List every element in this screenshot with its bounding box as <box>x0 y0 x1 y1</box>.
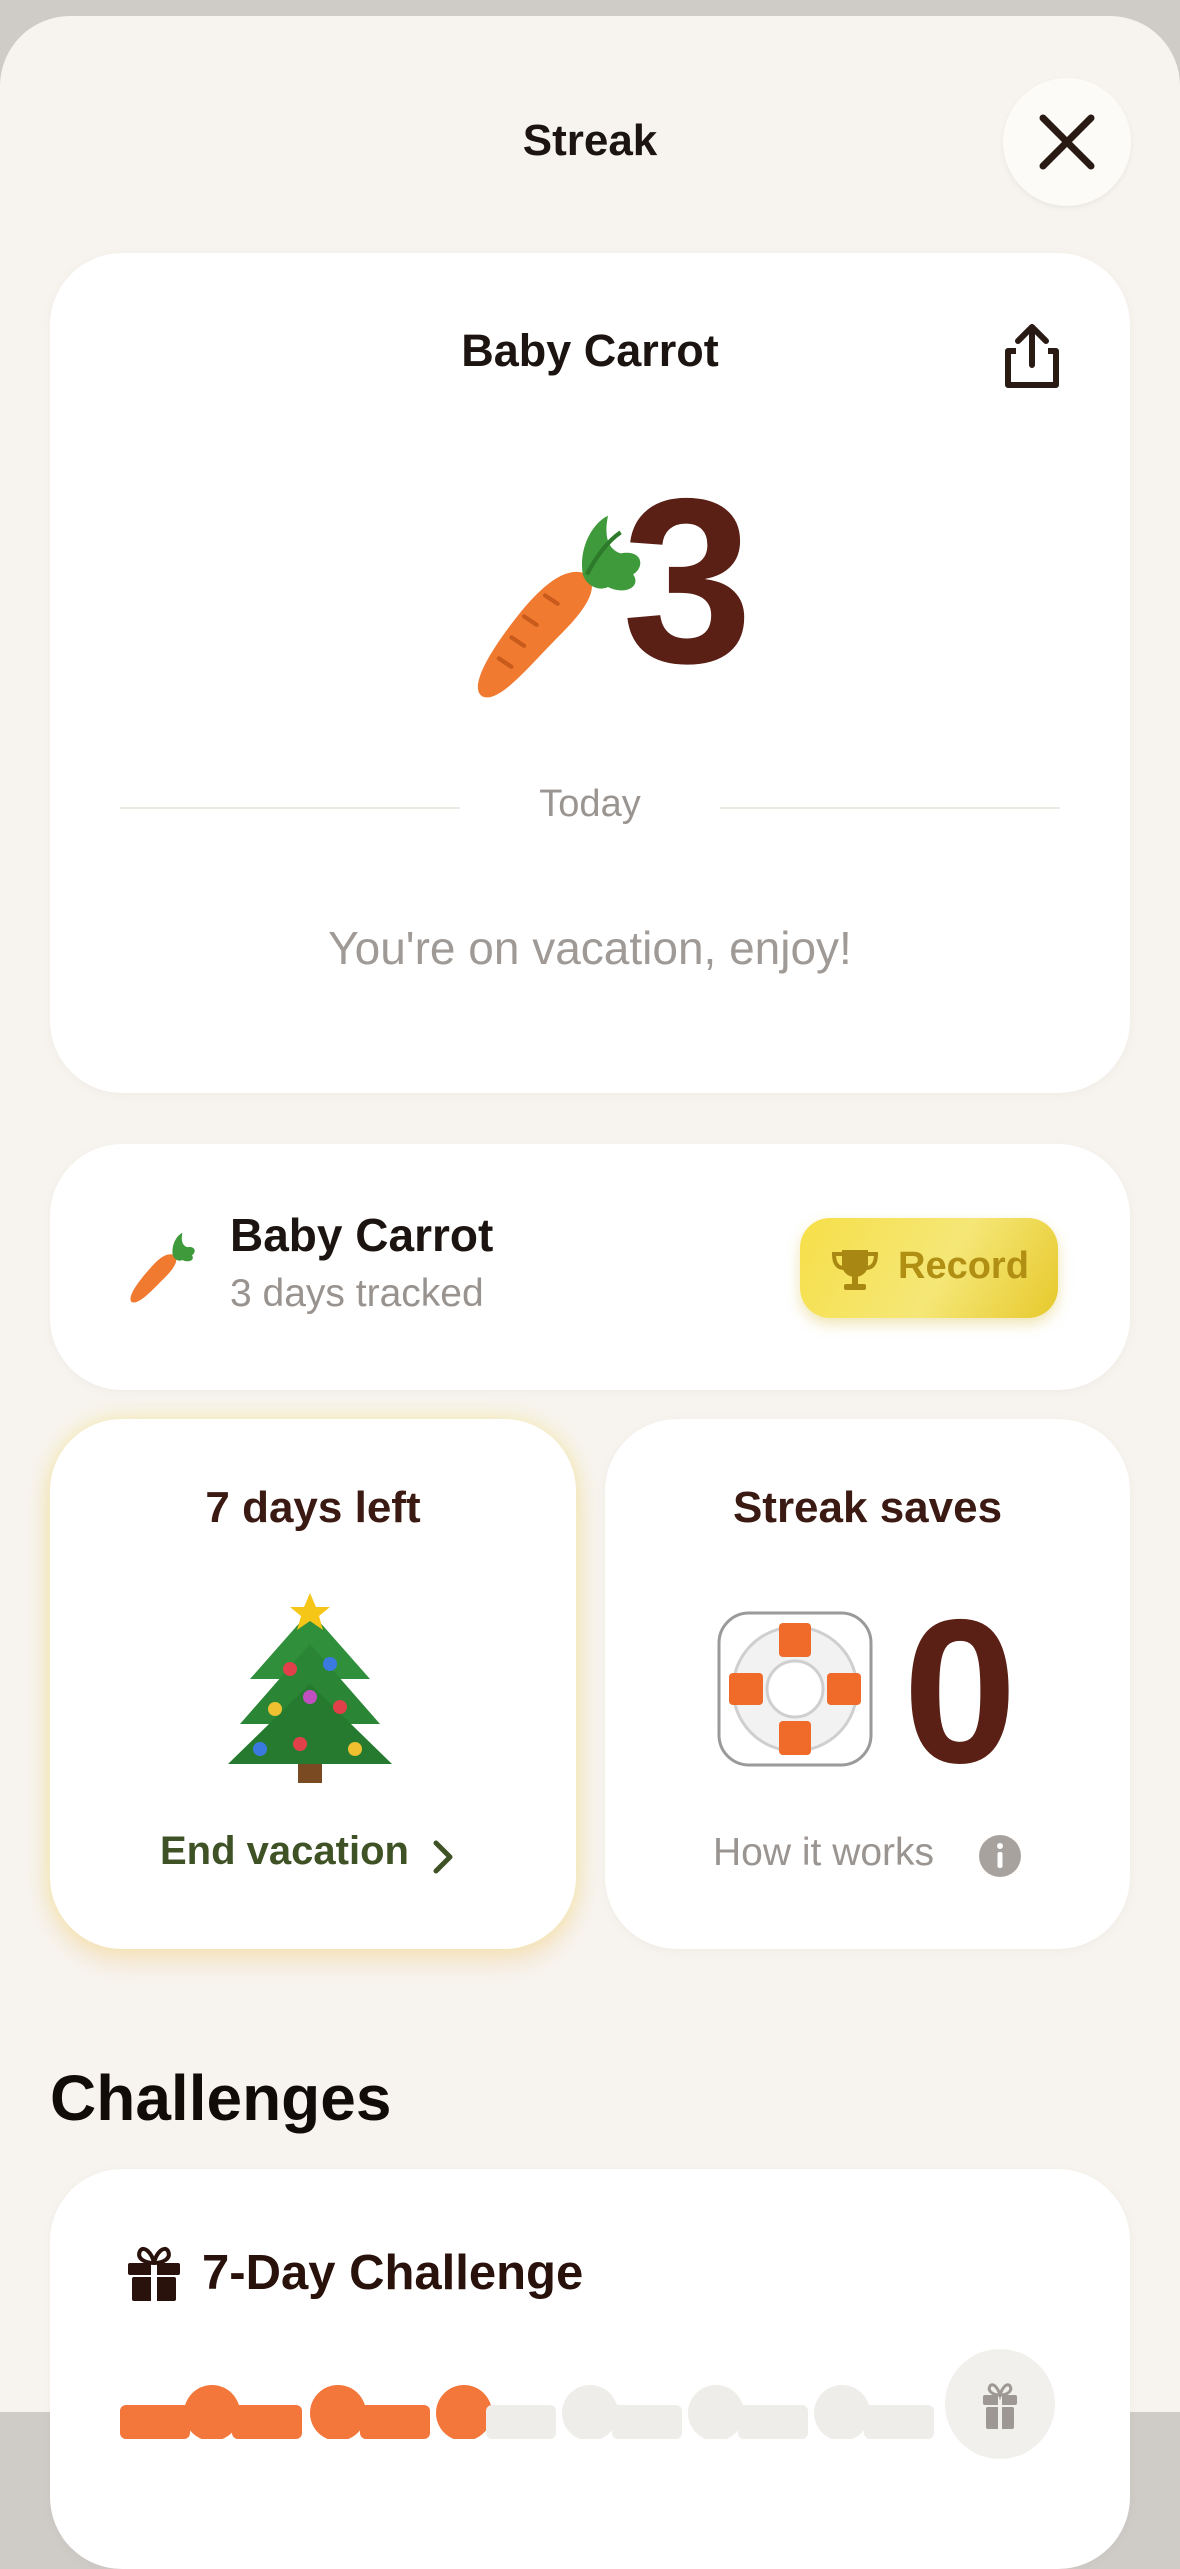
progress-dot <box>562 2385 618 2439</box>
progress-segment <box>232 2405 302 2439</box>
progress-segment <box>360 2405 430 2439</box>
end-vacation-button[interactable]: End vacation <box>160 1829 409 1874</box>
share-button[interactable] <box>992 317 1072 397</box>
days-tracked: 3 days tracked <box>230 1272 484 1315</box>
challenge-title: 7-Day Challenge <box>202 2246 584 2300</box>
progress-segment <box>612 2405 682 2439</box>
progress-dot <box>310 2385 366 2439</box>
challenges-heading: Challenges <box>50 2062 392 2134</box>
streak-saves-title: Streak saves <box>732 1483 1003 1532</box>
streak-level-title: Baby Carrot <box>461 325 719 376</box>
level-name: Baby Carrot <box>230 1209 494 1261</box>
progress-segment <box>864 2405 934 2439</box>
share-icon <box>1005 324 1059 388</box>
carrot-icon <box>130 1232 195 1303</box>
carrot-icon <box>477 515 641 698</box>
chevron-right-icon <box>433 1840 453 1874</box>
life-ring-icon <box>717 1611 873 1767</box>
progress-dot <box>688 2385 744 2439</box>
date-label: Today <box>539 783 641 825</box>
record-label: Record <box>898 1245 1029 1287</box>
challenge-reward[interactable] <box>945 2349 1055 2459</box>
progress-segment <box>120 2405 190 2439</box>
streak-card: Baby Carrot 3 Today You're on vacation, … <box>50 253 1130 1093</box>
progress-segment <box>486 2405 556 2439</box>
streak-saves-count: 0 <box>903 1577 1018 1806</box>
progress-segment <box>738 2405 808 2439</box>
challenge-card[interactable]: 7-Day Challenge <box>50 2169 1130 2569</box>
progress-dot <box>814 2385 870 2439</box>
close-icon <box>1039 114 1095 170</box>
streak-saves-card[interactable]: Streak saves 0 How it works <box>605 1419 1130 1949</box>
status-message: You're on vacation, enjoy! <box>328 922 852 974</box>
streak-sheet: Streak Baby Carrot 3 Today You're on vac… <box>0 16 1180 2569</box>
gift-icon <box>128 2246 180 2301</box>
progress-dot <box>436 2385 492 2439</box>
record-button[interactable]: Record <box>800 1218 1058 1318</box>
gift-icon <box>983 2383 1017 2429</box>
vacation-card[interactable]: 7 days left End vacation <box>50 1419 576 1949</box>
how-it-works-link[interactable]: How it works <box>713 1831 934 1875</box>
level-card[interactable]: Baby Carrot 3 days tracked Record <box>50 1144 1130 1390</box>
info-icon[interactable] <box>977 1833 1023 1879</box>
close-button[interactable] <box>1003 78 1131 206</box>
streak-count: 3 <box>622 449 753 712</box>
vacation-days-left: 7 days left <box>205 1483 421 1532</box>
challenge-progress <box>120 2385 934 2439</box>
christmas-tree-icon <box>228 1593 392 1783</box>
progress-dot <box>184 2385 240 2439</box>
trophy-icon <box>831 1250 879 1290</box>
